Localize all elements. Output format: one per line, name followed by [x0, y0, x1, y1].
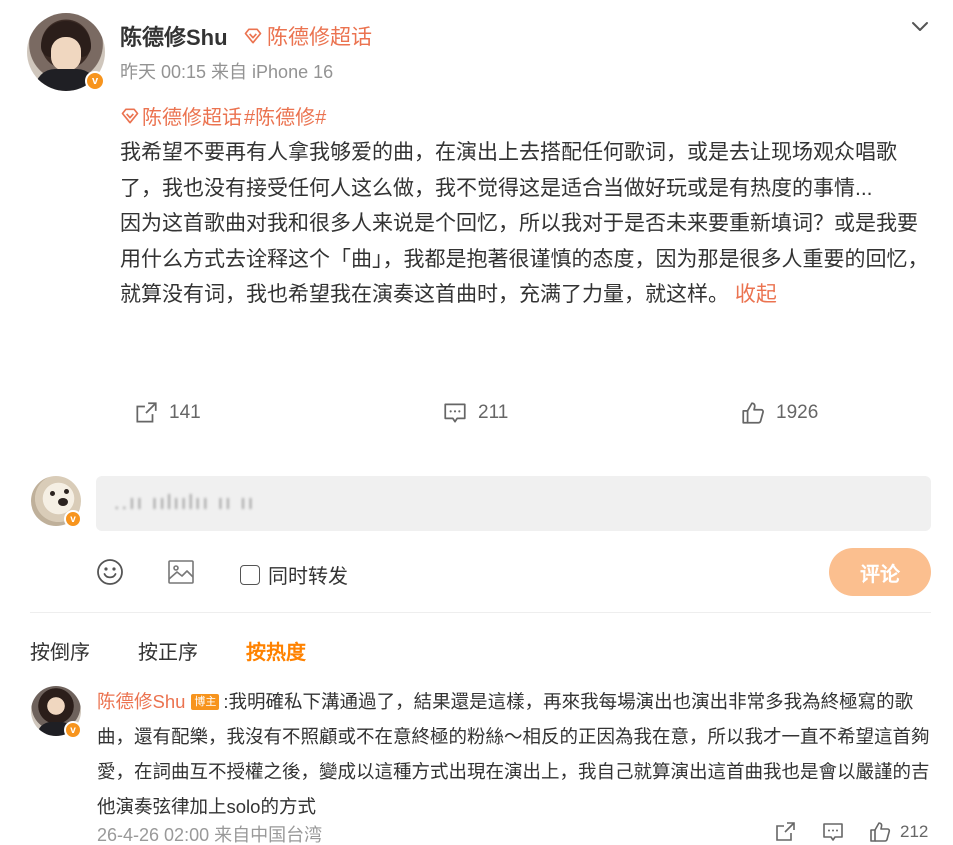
post-body: 我希望不要再有人拿我够爱的曲，在演出上去搭配任何歌词，或是去让现场观众唱歌了，我… [120, 135, 935, 313]
comment-reply-button[interactable] [821, 820, 845, 844]
emoji-icon [97, 559, 123, 585]
repost-icon [776, 822, 795, 841]
avatar-eye [64, 489, 69, 494]
repost-icon [136, 402, 157, 423]
comment-icon [823, 823, 843, 841]
verified-icon: v [85, 71, 105, 91]
comment-like-button[interactable]: 212 [868, 820, 928, 844]
chevron-down-icon[interactable] [908, 14, 932, 38]
post-actions: 141 211 1926 [0, 400, 953, 430]
repost-button[interactable]: 141 [133, 400, 201, 426]
author-badge: 博主 [191, 694, 220, 710]
checkbox-box[interactable] [240, 564, 260, 585]
post-paragraph: 我希望不要再有人拿我够爱的曲，在演出上去搭配任何歌词，或是去让现场观众唱歌了，我… [120, 141, 897, 200]
tag-supertopic-link[interactable]: 陈德修超话 [142, 101, 242, 130]
gem-icon [121, 108, 139, 123]
comment-meta: 26-4-26 02:00 来自中国台湾 [97, 825, 323, 845]
like-icon [742, 402, 764, 424]
avatar-eye [50, 491, 55, 496]
avatar-face [51, 37, 81, 71]
post-tags: 陈德修超话 #陈德修# [120, 101, 326, 130]
comment-count: 211 [478, 402, 509, 423]
repost-checkbox[interactable]: 同时转发 [240, 560, 348, 589]
comment-content: :我明確私下溝通過了，結果還是這樣，再來我每場演出也演出非常多我為終極寫的歌曲，… [97, 691, 930, 817]
comment-author-name[interactable]: 陈德修Shu [97, 691, 185, 712]
like-icon [870, 822, 891, 842]
comment-button[interactable]: 211 [442, 400, 508, 426]
repost-checkbox-label: 同时转发 [268, 566, 348, 588]
collapse-link[interactable]: 收起 [735, 283, 777, 306]
tag-hashtag-link[interactable]: #陈德修# [244, 101, 326, 130]
comment-repost-button[interactable] [773, 820, 797, 844]
repost-count: 141 [169, 402, 201, 423]
post-paragraph: 因为这首歌曲对我和很多人来说是个回忆，所以我对于是否未来要重新填词？或是我要用什… [120, 206, 935, 313]
verified-icon: v [64, 721, 82, 739]
avatar-nose [58, 498, 68, 506]
supertopic-label: 陈德修超话 [267, 26, 372, 49]
comment-text: 陈德修Shu 博主:我明確私下溝通過了，結果還是這樣，再來我每場演出也演出非常多我… [97, 684, 932, 824]
sort-hot-tab[interactable]: 按热度 [246, 636, 306, 665]
like-button[interactable]: 1926 [740, 400, 818, 426]
post-author-name[interactable]: 陈德修Shu [120, 20, 228, 52]
comment-input[interactable]: ..ıı ıılıılıı ıı ıı [96, 476, 931, 531]
image-icon [168, 560, 194, 584]
emoji-button[interactable] [95, 557, 125, 592]
post-paragraph-text: 因为这首歌曲对我和很多人来说是个回忆，所以我对于是否未来要重新填词？或是我要用什… [120, 212, 929, 307]
comment-like-count: 212 [900, 822, 929, 841]
like-count: 1926 [776, 402, 819, 423]
verified-icon: v [64, 510, 82, 528]
comment-icon [444, 403, 466, 423]
image-button[interactable] [166, 557, 196, 592]
submit-comment-button[interactable]: 评论 [829, 548, 931, 596]
divider [30, 612, 931, 613]
comment-input-text: ..ıı ıılıılıı ıı ıı [114, 492, 256, 514]
supertopic-link[interactable]: 陈德修超话 [243, 21, 372, 51]
sort-forward-tab[interactable]: 按正序 [138, 636, 198, 665]
post-meta: 昨天 00:15 来自 iPhone 16 [120, 62, 334, 82]
gem-icon [244, 28, 262, 44]
sort-reverse-tab[interactable]: 按倒序 [30, 636, 90, 665]
